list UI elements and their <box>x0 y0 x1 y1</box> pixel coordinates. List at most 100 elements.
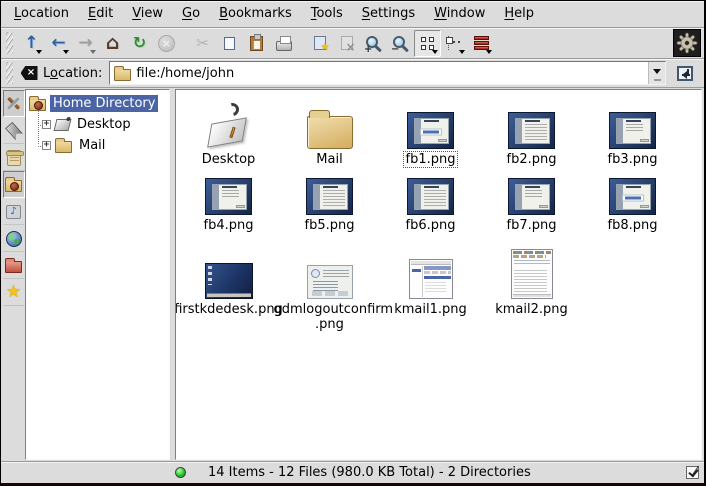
paste-button[interactable] <box>243 30 270 57</box>
star-button[interactable]: ★ <box>3 279 25 306</box>
tree-item-desktop[interactable]: + Desktop <box>38 114 167 135</box>
up-button[interactable]: ↑ <box>18 30 45 57</box>
combo-dropdown-arrow[interactable] <box>648 62 665 84</box>
toolbar-grip[interactable] <box>6 32 13 54</box>
file-fb8-png[interactable]: fb8.png <box>582 177 683 234</box>
file-icon-box <box>511 247 553 299</box>
services-button[interactable]: ♪ <box>3 198 25 225</box>
tree-view-button[interactable] <box>441 30 468 57</box>
main-toolbar: ↑←→⌂↻×✂+− <box>1 28 704 59</box>
file-icon-box <box>508 99 555 149</box>
preview-on-icon <box>307 31 332 56</box>
file-fb2-png[interactable]: fb2.png <box>481 99 582 168</box>
status-bar: 14 Items - 12 Files (980.0 KB Total) - 2… <box>1 461 704 483</box>
file-label: gdmlogoutconfirm​.png <box>271 301 389 333</box>
zoom-in-icon: + <box>361 31 386 56</box>
tree-item-mail[interactable]: + Mail <box>38 135 167 156</box>
menu-tools[interactable]: Tools <box>302 3 352 25</box>
file-mail[interactable]: Mail <box>279 99 380 168</box>
file-fb7-png[interactable]: fb7.png <box>481 177 582 234</box>
go-enter-icon <box>677 66 693 81</box>
location-toolbar-grip[interactable] <box>6 62 13 84</box>
file-gdmlogoutconfirm-png[interactable]: gdmlogoutconfirm​.png <box>279 247 380 333</box>
file-icon-view[interactable]: DesktopMailfb1.pngfb2.pngfb3.png fb4.png f… <box>175 89 702 460</box>
menu-location[interactable]: Location <box>5 3 78 25</box>
desktop-icon <box>55 119 70 131</box>
dropdown-arrow-icon <box>63 50 69 54</box>
tree-expander[interactable]: + <box>42 141 51 150</box>
clear-location-icon: × <box>21 66 38 80</box>
tree-item-label: Mail <box>76 137 108 154</box>
icon-view-button[interactable] <box>414 30 441 57</box>
screenshot-text-icon <box>306 178 353 215</box>
folder-icon <box>55 138 72 153</box>
screenshot-logo-icon <box>609 178 656 215</box>
folder-icon <box>307 116 353 149</box>
go-button[interactable] <box>671 60 698 86</box>
location-combo[interactable]: file:/home/john <box>109 61 666 85</box>
configure-navigation-button[interactable] <box>3 90 25 117</box>
file-label: fb5.png <box>302 217 358 234</box>
file-firstkdedesk-png[interactable]: firstkdedesk.png <box>178 247 279 333</box>
tree-item-label: Desktop <box>74 116 134 133</box>
reload-button[interactable]: ↻ <box>126 30 153 57</box>
root-folder-button[interactable] <box>3 252 25 279</box>
history-scroll-icon <box>7 150 21 166</box>
icon-view-icon <box>415 31 440 56</box>
file-row: firstkdedesk.pnggdmlogoutconfirm​.pngkma… <box>178 247 701 333</box>
screenshot-mail-compose-icon <box>511 249 553 299</box>
file-desktop[interactable]: Desktop <box>178 99 279 168</box>
screenshot-desktop-icon <box>205 263 253 299</box>
menu-bookmarks[interactable]: Bookmarks <box>210 3 301 25</box>
zoom-in-button[interactable]: + <box>360 30 387 57</box>
tree-item-label: Home Directory <box>50 95 158 112</box>
bookmarks-button[interactable] <box>3 117 25 144</box>
menu-go[interactable]: Go <box>173 3 209 25</box>
status-led-icon <box>175 467 186 478</box>
menu-settings[interactable]: Settings <box>353 3 424 25</box>
file-fb4-png[interactable]: fb4.png <box>178 177 279 234</box>
menu-window[interactable]: Window <box>425 3 494 25</box>
file-icon-box <box>609 177 656 215</box>
multicolumn-view-button[interactable] <box>468 30 495 57</box>
history-button[interactable] <box>3 144 25 171</box>
up-icon: ↑ <box>19 31 44 56</box>
file-icon-box <box>205 99 253 149</box>
clear-location-button[interactable]: × <box>18 62 40 84</box>
print-button[interactable] <box>270 30 297 57</box>
paste-icon <box>244 31 269 56</box>
file-icon-box <box>307 99 353 149</box>
tree-item-home-directory[interactable]: Home Directory <box>29 93 167 114</box>
copy-icon <box>217 31 242 56</box>
file-fb6-png[interactable]: fb6.png <box>380 177 481 234</box>
desktop-folder-icon <box>205 103 253 149</box>
screenshot-dialog-icon <box>307 265 353 299</box>
linked-view-check-icon[interactable] <box>686 466 699 479</box>
copy-button[interactable] <box>216 30 243 57</box>
file-icon-box <box>409 247 453 299</box>
file-fb3-png[interactable]: fb3.png <box>582 99 683 168</box>
network-button[interactable] <box>3 225 25 252</box>
forward-icon: → <box>73 31 98 56</box>
file-label: firstkdedesk.png <box>175 301 286 318</box>
file-icon-box <box>609 99 656 149</box>
screenshot-text-icon <box>508 112 555 149</box>
location-value[interactable]: file:/home/john <box>136 66 643 81</box>
kde-gear-throbber[interactable] <box>673 29 701 57</box>
menu-view[interactable]: View <box>123 3 172 25</box>
file-kmail2-png[interactable]: kmail2.png <box>481 247 582 333</box>
back-button[interactable]: ← <box>45 30 72 57</box>
file-kmail1-png[interactable]: kmail1.png <box>380 247 481 333</box>
file-fb1-png[interactable]: fb1.png <box>380 99 481 168</box>
dropdown-arrow-icon <box>459 50 465 54</box>
menu-edit[interactable]: Edit <box>79 3 122 25</box>
home-button[interactable]: ⌂ <box>99 30 126 57</box>
home-directory-button[interactable] <box>3 171 25 198</box>
file-fb5-png[interactable]: fb5.png <box>279 177 380 234</box>
cut-button: ✂ <box>189 30 216 57</box>
show-preview-button[interactable] <box>306 30 333 57</box>
tree-expander[interactable]: + <box>42 120 51 129</box>
menu-help[interactable]: Help <box>495 3 543 25</box>
home-icon: ⌂ <box>100 31 125 56</box>
zoom-out-button[interactable]: − <box>387 30 414 57</box>
